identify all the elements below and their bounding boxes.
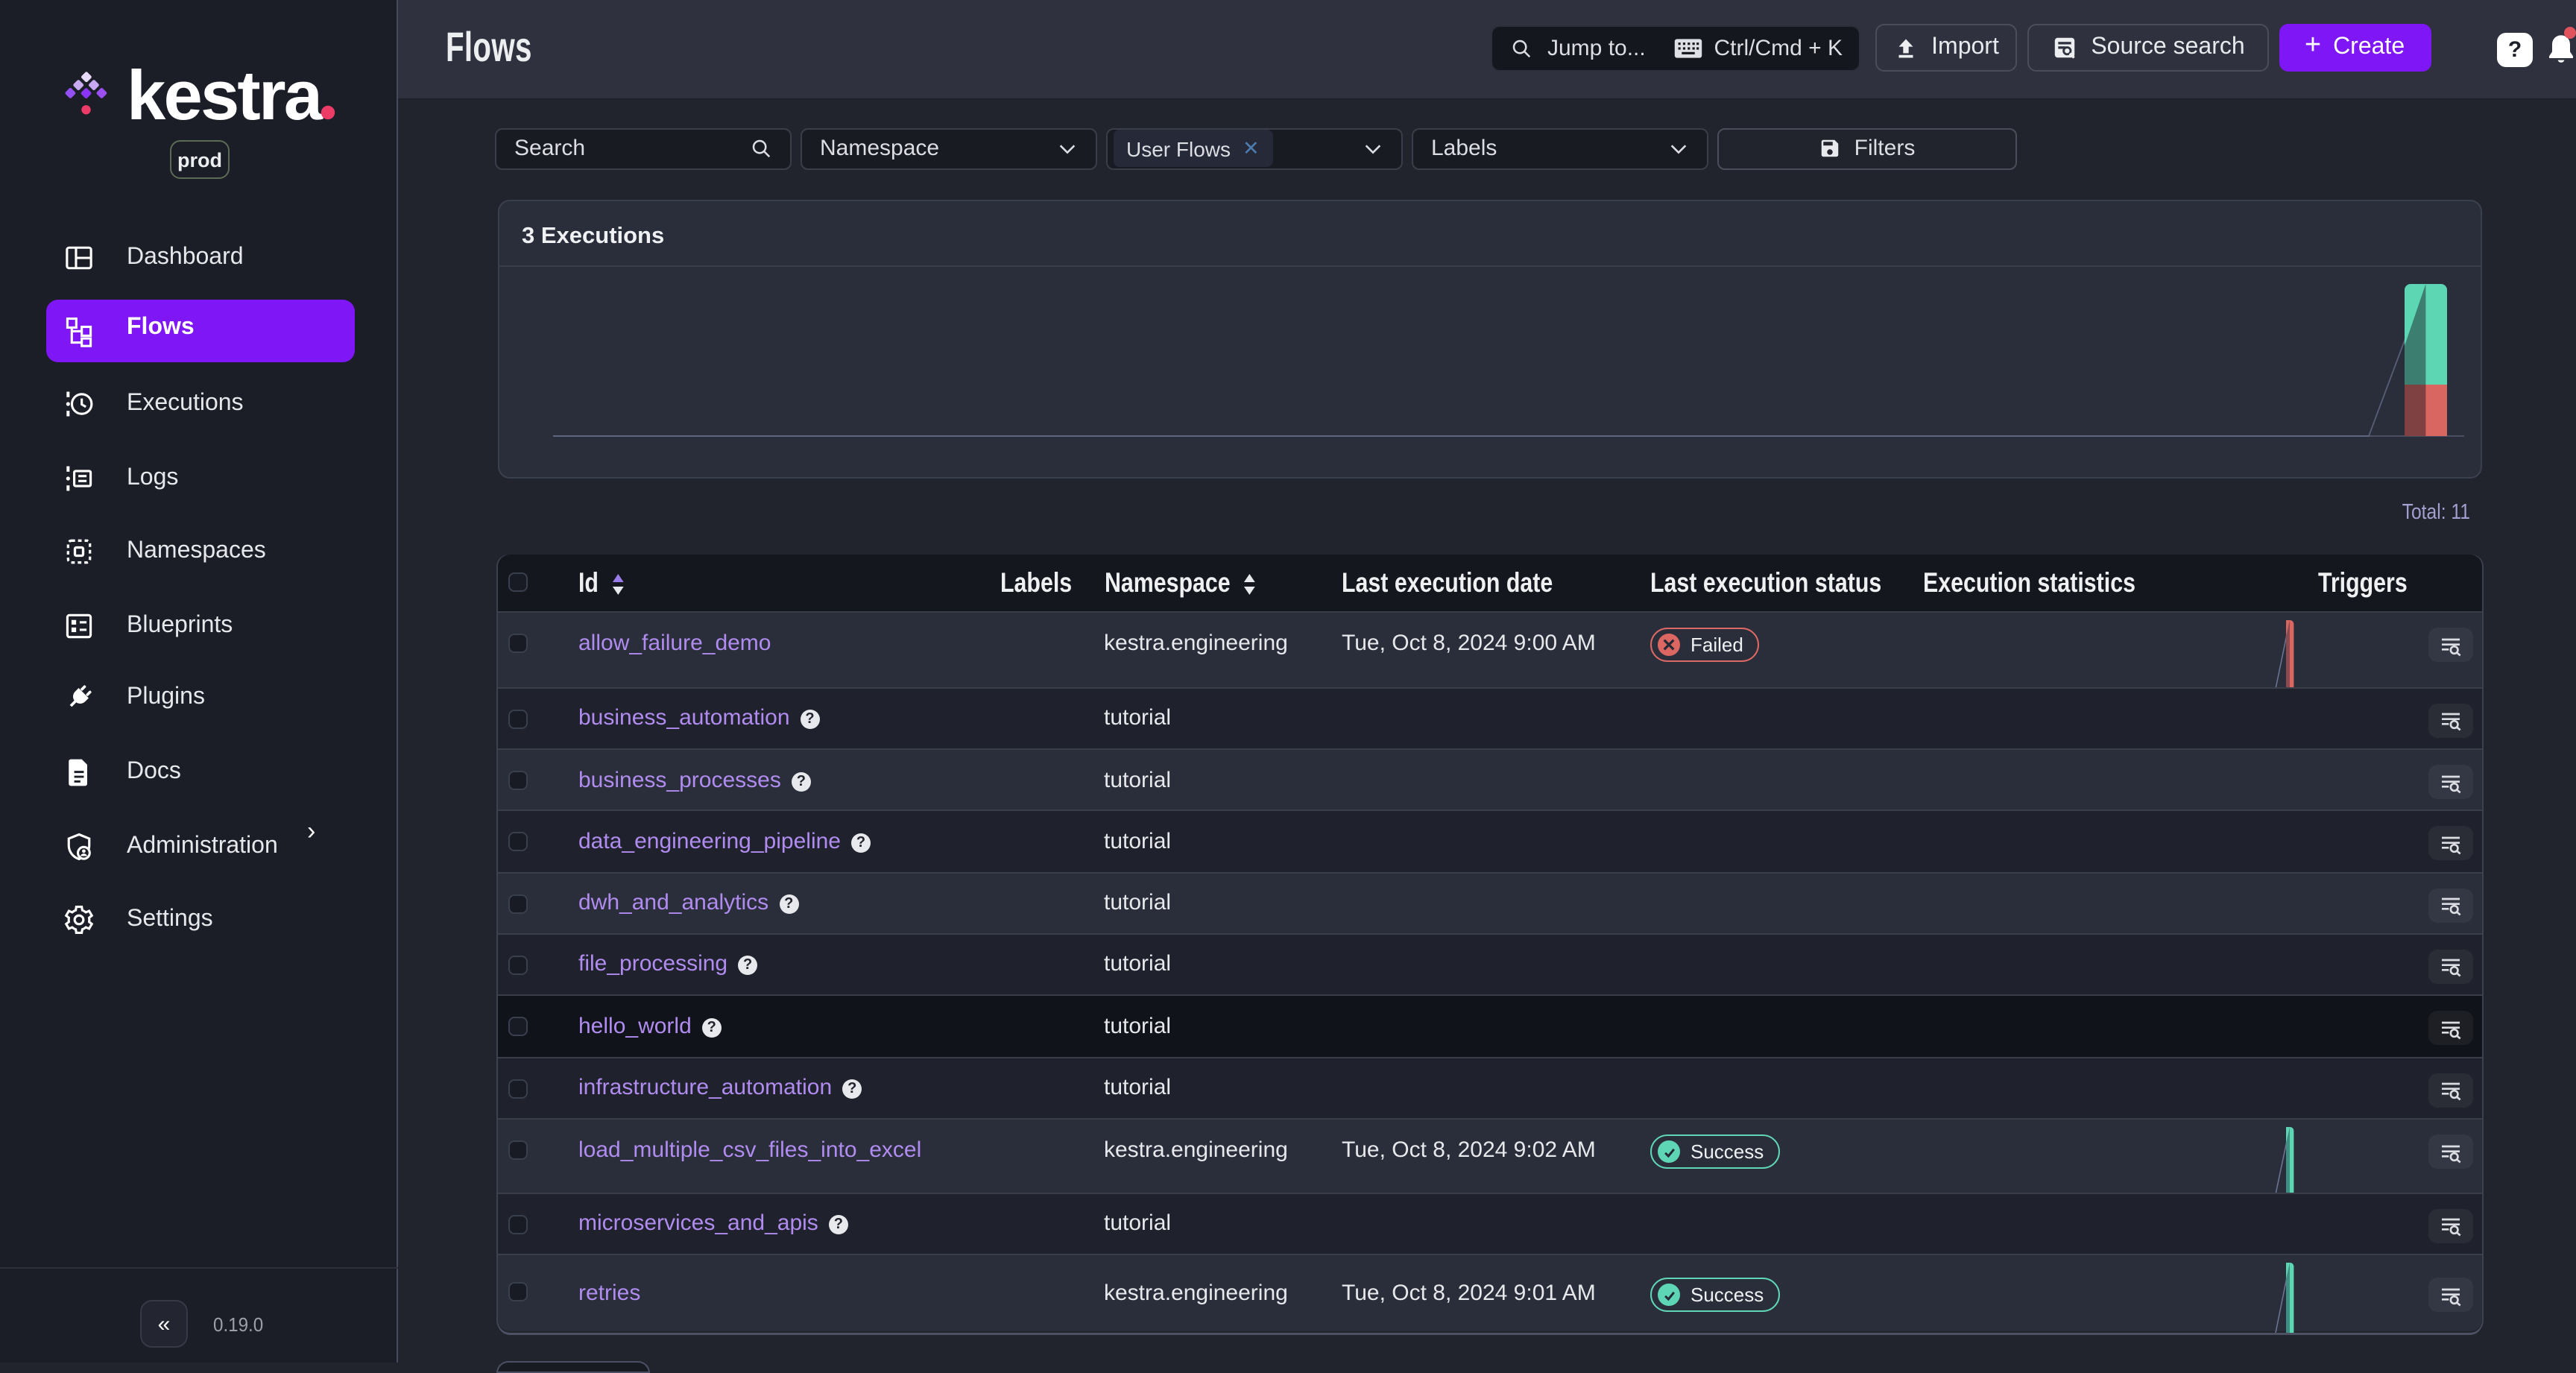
svg-text:kestra: kestra — [127, 63, 323, 128]
